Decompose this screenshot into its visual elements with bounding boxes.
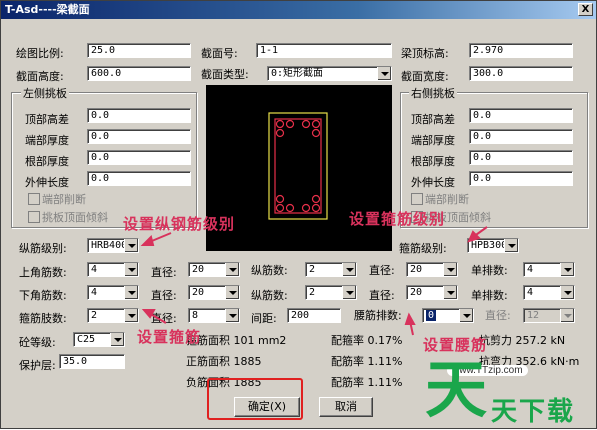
site-watermark: www.TTzip.com 天 天下载 bbox=[425, 351, 595, 428]
watermark-logo-glyph: 天 bbox=[425, 353, 488, 426]
watermark-brand-text: 天下载 bbox=[491, 397, 576, 427]
dialog-window: T-Asd----梁截面 X 绘图比例: 25.0 截面号: 1-1 梁顶标高:… bbox=[0, 0, 597, 429]
